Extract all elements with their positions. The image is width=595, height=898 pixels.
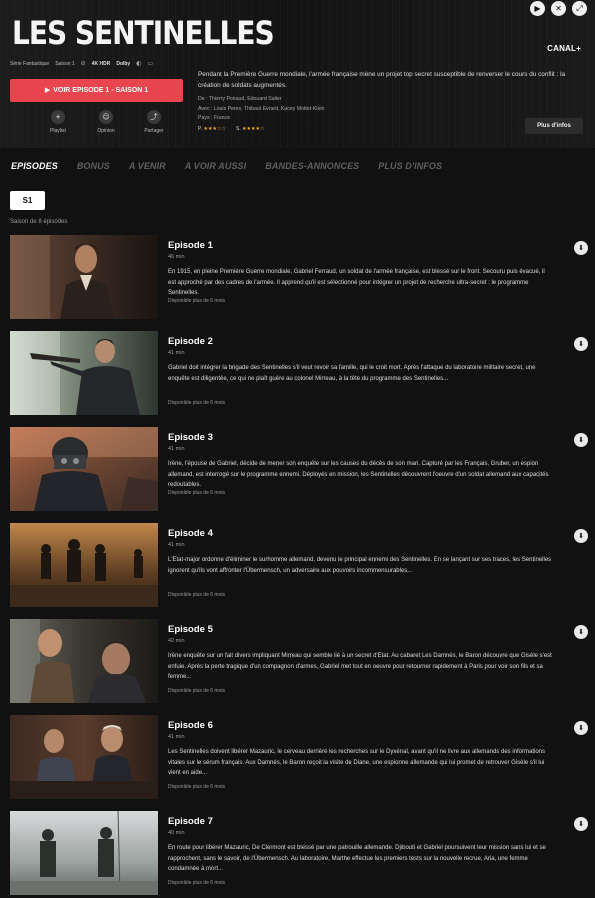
episode-title[interactable]: Episode 6 [168,720,213,731]
share-label: Partager [144,128,164,134]
episode-description: En 1915, en pleine Première Guerre mondi… [168,269,545,296]
episode-thumbnail[interactable] [10,811,158,895]
tab-plus-d-infos[interactable]: PLUS D'INFOS [378,161,442,171]
episode-duration: 46 min [168,254,185,260]
episode-item[interactable]: Episode 6 41 min Les Sentinelles doivent… [10,715,588,799]
episode-thumbnail[interactable] [10,715,158,799]
episode-thumbnail[interactable] [10,523,158,607]
season-selector[interactable]: S1 [10,191,45,210]
show-logo: LES SENTINELLES [12,14,275,52]
subtitles-icon: ▭ [147,60,154,67]
opinion-button[interactable]: ☺ Opinion [92,110,120,134]
episode-item[interactable]: Episode 2 41 min Gabriel doit intégrer l… [10,331,588,415]
episode-availability: Disponible plus de 6 mois [168,784,225,790]
episode-title[interactable]: Episode 4 [168,528,213,539]
episode-duration: 42 min [168,638,185,644]
download-icon[interactable]: ⬇ [574,529,588,543]
download-icon[interactable]: ⬇ [574,625,588,639]
episode-availability: Disponible plus de 6 mois [168,298,225,304]
episode-title[interactable]: Episode 1 [168,240,213,251]
episode-duration: 41 min [168,542,185,548]
show-header: LES SENTINELLES ▶ ✕ ⤢ CANAL+ Série Fanta… [0,0,595,148]
episode-duration: 40 min [168,830,185,836]
episode-item[interactable]: Episode 1 46 min En 1915, en pleine Prem… [10,235,588,319]
episode-title[interactable]: Episode 7 [168,816,213,827]
episode-thumbnail[interactable] [10,619,158,703]
episode-duration: 41 min [168,350,185,356]
tab-a-venir[interactable]: A VENIR [129,161,166,171]
country-line: Pays : France [198,115,231,121]
cast-line: Avec : Louis Peres, Thibaut Evrard, Kace… [198,105,325,112]
episode-description: Les Sentinelles doivent libérer Mazauric… [168,749,545,776]
episode-item[interactable]: Episode 3 41 min Irène, l'épouse de Gabr… [10,427,588,511]
play-episode-button[interactable]: ▶ VOIR EPISODE 1 - SAISON 1 [10,79,183,102]
tab-episodes[interactable]: EPISODES [11,161,58,171]
spectator-rating-label: S. [235,126,241,132]
section-tabs: EPISODES BONUS A VENIR A VOIR AUSSI BAND… [11,161,461,171]
download-icon[interactable]: ⬇ [574,721,588,735]
action-row: + Playlist ☺ Opinion ⤴ Partager [44,110,168,134]
episode-thumbnail[interactable] [10,235,158,319]
episode-title[interactable]: Episode 3 [168,432,213,443]
episode-description: L'Etat-major ordonne d'éliminer le surho… [168,557,552,574]
press-rating-label: P. [198,126,203,132]
play-icon[interactable]: ▶ [530,1,545,16]
age-rating-icon: ⊘ [80,60,86,67]
episode-duration: 41 min [168,734,185,740]
show-synopsis: Pendant la Première Guerre mondiale, l'a… [198,71,566,89]
episode-thumbnail[interactable] [10,427,158,511]
mute-icon[interactable]: ✕ [551,1,566,16]
episode-availability: Disponible plus de 6 mois [168,400,225,406]
download-icon[interactable]: ⬇ [574,817,588,831]
season-label: Saison 1 [55,60,75,67]
fullscreen-icon[interactable]: ⤢ [572,1,587,16]
spectator-rating: S. ★★★★☆ [236,126,265,132]
episode-description: Irène, l'épouse de Gabriel, décide de me… [168,461,549,488]
share-icon: ⤴ [147,110,161,124]
episode-thumbnail[interactable] [10,331,158,415]
plus-icon: + [51,110,65,124]
director-line: De : Thierry Poiraud, Edouard Salier [198,96,282,102]
audio-description-icon: ◐ [136,60,142,67]
4k-hdr-badge: 4K HDR [91,60,111,67]
play-episode-label: VOIR EPISODE 1 - SAISON 1 [53,87,149,94]
opinion-label: Opinion [97,128,115,134]
playlist-button[interactable]: + Playlist [44,110,72,134]
episode-description: En route pour libérer Mazauric, De Clerm… [168,845,546,872]
season-episode-count: Saison de 8 épisodes [10,219,68,225]
download-icon[interactable]: ⬇ [574,433,588,447]
dolby-badge: Dolby [116,60,131,67]
download-icon[interactable]: ⬇ [574,241,588,255]
tab-bonus[interactable]: BONUS [77,161,110,171]
more-info-button[interactable]: Plus d'infos [525,118,583,134]
episode-title[interactable]: Episode 2 [168,336,213,347]
episode-availability: Disponible plus de 6 mois [168,490,225,496]
episode-item[interactable]: Episode 4 41 min L'Etat-major ordonne d'… [10,523,588,607]
share-button[interactable]: ⤴ Partager [140,110,168,134]
show-meta: Série Fantastique Saison 1 ⊘ 4K HDR Dolb… [10,60,153,67]
episode-description: Irène enquête sur un fait divers impliqu… [168,653,552,680]
episode-duration: 41 min [168,446,185,452]
episode-title[interactable]: Episode 5 [168,624,213,635]
show-credits: De : Thierry Poiraud, Edouard Salier Ave… [198,95,324,124]
press-stars: ★★★☆☆ [203,126,226,132]
spectator-stars: ★★★★☆ [242,126,265,132]
tab-bandes-annonces[interactable]: BANDES-ANNONCES [265,161,359,171]
download-icon[interactable]: ⬇ [574,337,588,351]
episode-availability: Disponible plus de 6 mois [168,592,225,598]
episode-item[interactable]: Episode 7 40 min En route pour libérer M… [10,811,588,895]
playlist-label: Playlist [50,128,66,134]
play-triangle-icon: ▶ [44,86,51,94]
channel-logo: CANAL+ [547,44,581,53]
tab-a-voir-aussi[interactable]: A VOIR AUSSI [185,161,247,171]
press-rating: P. ★★★☆☆ [198,126,226,132]
player-controls: ▶ ✕ ⤢ [530,1,587,16]
smiley-icon: ☺ [99,110,113,124]
episode-availability: Disponible plus de 6 mois [168,880,225,886]
episode-description: Gabriel doit intégrer la brigade des Sen… [168,365,536,382]
genre-label: Série Fantastique [10,60,50,67]
ratings: P. ★★★☆☆ S. ★★★★☆ [198,126,264,132]
episode-item[interactable]: Episode 5 42 min Irène enquête sur un fa… [10,619,588,703]
episode-availability: Disponible plus de 6 mois [168,688,225,694]
